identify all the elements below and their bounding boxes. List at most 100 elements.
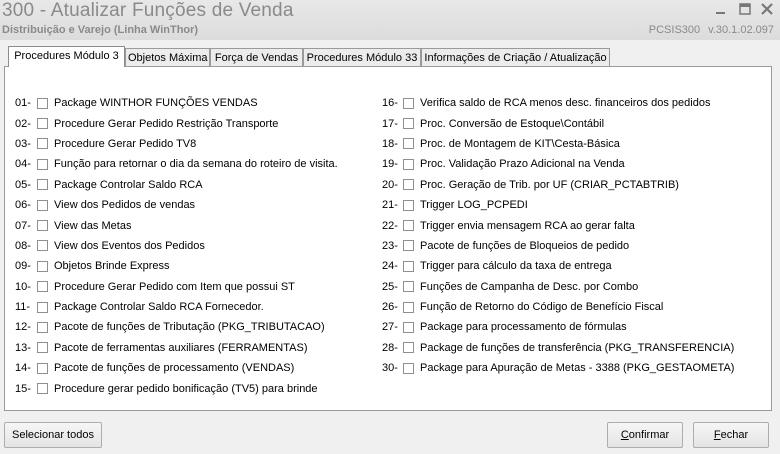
- checkbox-row[interactable]: 14- Pacote de funções de processamento (V…: [15, 358, 338, 378]
- checkbox-row[interactable]: 15- Procedure gerar pedido bonificação (T…: [15, 378, 338, 398]
- item-checkbox[interactable]: [37, 220, 48, 232]
- checkbox-row[interactable]: 28- Package de funções de transferência (…: [382, 338, 734, 358]
- item-checkbox[interactable]: [403, 138, 414, 150]
- checkbox-row[interactable]: 11- Package Controlar Saldo RCA Fornecedo…: [15, 297, 338, 317]
- tab-objetos-maxima[interactable]: Objetos Máxima: [125, 48, 210, 66]
- item-number: 08-: [15, 239, 31, 252]
- checkbox-row[interactable]: 12- Pacote de funções de Tributação (PKG_…: [15, 317, 338, 337]
- select-all-button[interactable]: Selecionar todos: [4, 422, 102, 448]
- close-icon[interactable]: [758, 2, 776, 20]
- checkbox-row[interactable]: 27- Package para processamento de fórmula…: [382, 317, 734, 337]
- item-checkbox[interactable]: [403, 220, 414, 232]
- item-checkbox[interactable]: [37, 260, 48, 272]
- checkbox-row[interactable]: 17- Proc. Conversão de Estoque\Contábil: [382, 113, 734, 133]
- checkbox-row[interactable]: 23- Pacote de funções de Bloqueios de ped…: [382, 236, 734, 256]
- checkbox-row[interactable]: 22- Trigger envia mensagem RCA ao gerar f…: [382, 215, 734, 235]
- item-checkbox[interactable]: [403, 240, 414, 252]
- checkbox-row[interactable]: 02- Procedure Gerar Pedido Restrição Tran…: [15, 113, 338, 133]
- item-number: 13-: [15, 341, 31, 354]
- item-checkbox[interactable]: [37, 118, 48, 130]
- item-number: 10-: [15, 280, 31, 293]
- item-checkbox[interactable]: [403, 301, 414, 313]
- item-checkbox[interactable]: [403, 342, 414, 354]
- item-checkbox[interactable]: [403, 362, 414, 374]
- item-number: 30-: [382, 362, 398, 375]
- item-label: View dos Eventos dos Pedidos: [54, 239, 205, 252]
- item-number: 23-: [382, 239, 398, 252]
- item-checkbox[interactable]: [403, 97, 414, 109]
- item-checkbox[interactable]: [37, 281, 48, 293]
- item-label: Package de funções de transferência (PKG…: [420, 341, 735, 354]
- checkbox-row[interactable]: 10- Procedure Gerar Pedido com Item que p…: [15, 277, 338, 297]
- item-number: 22-: [382, 219, 398, 232]
- item-label: Package WINTHOR FUNÇÕES VENDAS: [54, 97, 258, 110]
- checkbox-row[interactable]: 21- Trigger LOG_PCPEDI: [382, 195, 734, 215]
- item-label: Package Controlar Saldo RCA: [54, 178, 203, 191]
- checkbox-row[interactable]: 20- Proc. Geração de Trib. por UF (CRIAR_…: [382, 175, 734, 195]
- item-label: View dos Pedidos de vendas: [54, 199, 196, 212]
- checkbox-row[interactable]: 30- Package para Apuração de Metas - 3388…: [382, 358, 734, 378]
- checkbox-row[interactable]: 18- Proc. de Montagem de KIT\Cesta-Básica: [382, 134, 734, 154]
- item-checkbox[interactable]: [37, 158, 48, 170]
- item-number: 15-: [15, 382, 31, 395]
- tab-informacoes-criacao[interactable]: Informações de Criação / Atualização: [421, 48, 610, 66]
- item-label: Função de Retorno do Código de Benefício…: [420, 301, 664, 314]
- item-checkbox[interactable]: [37, 342, 48, 354]
- item-number: 19-: [382, 158, 398, 171]
- item-checkbox[interactable]: [403, 281, 414, 293]
- item-checkbox[interactable]: [403, 260, 414, 272]
- item-number: 18-: [382, 137, 398, 150]
- item-label: Procedure Gerar Pedido TV8: [54, 137, 197, 150]
- item-checkbox[interactable]: [37, 138, 48, 150]
- checkbox-row[interactable]: 16- Verifica saldo de RCA menos desc. fin…: [382, 93, 734, 113]
- checkbox-row[interactable]: 26- Função de Retorno do Código de Benefí…: [382, 297, 734, 317]
- item-checkbox[interactable]: [37, 362, 48, 374]
- checkbox-row[interactable]: 04- Função para retornar o dia da semana …: [15, 154, 338, 174]
- program-code: PCSIS300: [648, 24, 701, 36]
- item-number: 02-: [15, 117, 31, 130]
- tab-procedures-modulo-3[interactable]: Procedures Módulo 3: [8, 46, 125, 67]
- tab-forca-de-vendas[interactable]: Força de Vendas: [210, 48, 303, 66]
- checkbox-row[interactable]: 01- Package WINTHOR FUNÇÕES VENDAS: [15, 93, 338, 113]
- item-number: 05-: [15, 178, 31, 191]
- item-label: Proc. de Montagem de KIT\Cesta-Básica: [420, 137, 620, 150]
- item-label: Procedure Gerar Pedido Restrição Transpo…: [54, 117, 279, 130]
- item-checkbox[interactable]: [37, 301, 48, 313]
- checkbox-row[interactable]: 25- Funções de Campanha de Desc. por Comb…: [382, 277, 734, 297]
- item-checkbox[interactable]: [37, 97, 48, 109]
- item-label: Pacote de funções de Bloqueios de pedido: [420, 239, 630, 252]
- tab-procedures-modulo-33[interactable]: Procedures Módulo 33: [303, 48, 421, 66]
- title-bar: 300 - Atualizar Funções de Venda Distrib…: [0, 0, 780, 40]
- checkbox-row[interactable]: 07- View das Metas: [15, 215, 338, 235]
- confirm-button[interactable]: Confirmar: [607, 422, 683, 448]
- checkbox-row[interactable]: 13- Pacote de ferramentas auxiliares (FER…: [15, 338, 338, 358]
- item-number: 28-: [382, 341, 398, 354]
- item-label: Package Controlar Saldo RCA Fornecedor.: [54, 301, 264, 314]
- item-checkbox[interactable]: [37, 383, 48, 395]
- close-button[interactable]: Fechar: [693, 422, 769, 448]
- items-column-right: 16- Verifica saldo de RCA menos desc. fin…: [382, 93, 734, 378]
- minimize-icon[interactable]: [712, 2, 730, 20]
- item-checkbox[interactable]: [37, 179, 48, 191]
- checkbox-row[interactable]: 09- Objetos Brinde Express: [15, 256, 338, 276]
- item-checkbox[interactable]: [403, 179, 414, 191]
- checkbox-row[interactable]: 06- View dos Pedidos de vendas: [15, 195, 338, 215]
- checkbox-row[interactable]: 24- Trigger para cálculo da taxa de entre…: [382, 256, 734, 276]
- item-checkbox[interactable]: [37, 240, 48, 252]
- item-checkbox[interactable]: [403, 158, 414, 170]
- checkbox-row[interactable]: 05- Package Controlar Saldo RCA: [15, 175, 338, 195]
- item-checkbox[interactable]: [403, 199, 414, 211]
- item-checkbox[interactable]: [403, 321, 414, 333]
- item-checkbox[interactable]: [37, 199, 48, 211]
- checkbox-row[interactable]: 19- Proc. Validação Prazo Adicional na Ve…: [382, 154, 734, 174]
- version-number: v.30.1.02.097: [708, 24, 774, 36]
- item-checkbox[interactable]: [403, 118, 414, 130]
- checkbox-row[interactable]: 08- View dos Eventos dos Pedidos: [15, 236, 338, 256]
- maximize-icon[interactable]: [736, 2, 754, 20]
- item-number: 03-: [15, 137, 31, 150]
- checkbox-row[interactable]: 03- Procedure Gerar Pedido TV8: [15, 134, 338, 154]
- item-label: Proc. Geração de Trib. por UF (CRIAR_PCT…: [420, 178, 679, 191]
- item-checkbox[interactable]: [37, 321, 48, 333]
- item-label: Pacote de ferramentas auxiliares (FERRAM…: [54, 341, 308, 354]
- item-label: Funções de Campanha de Desc. por Combo: [420, 280, 639, 293]
